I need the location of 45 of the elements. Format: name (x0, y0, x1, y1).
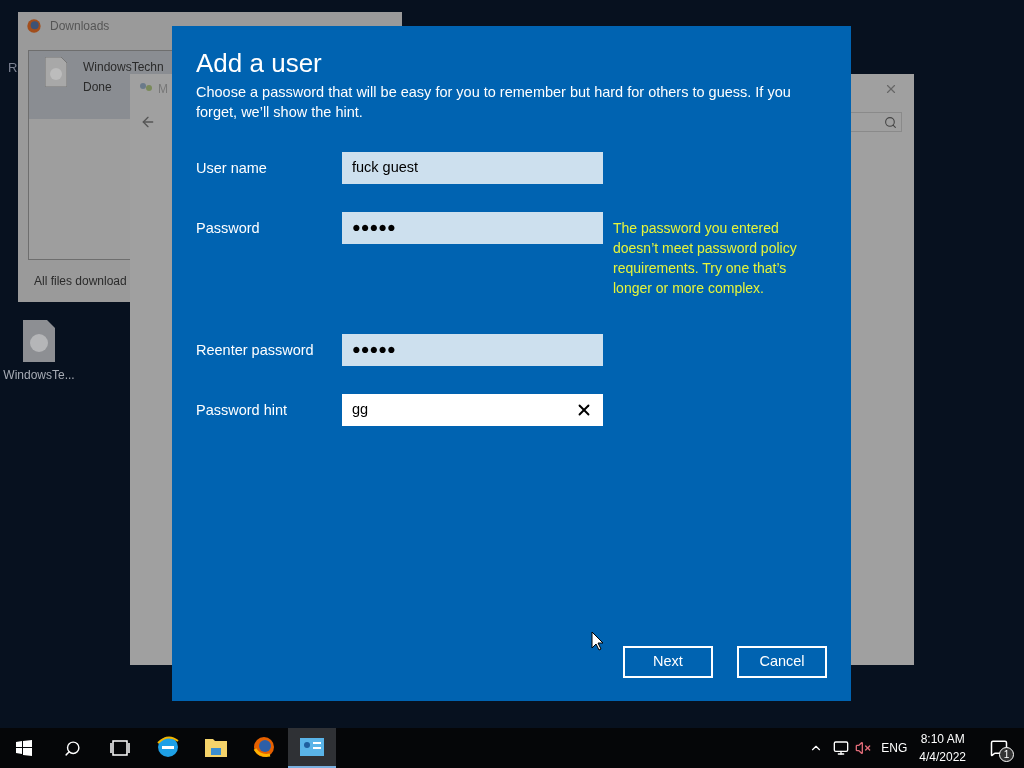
dialog-description: Choose a password that will be easy for you to remember but hard for others to guess. If you forget, we’ll show the hint. (196, 83, 791, 122)
file-icon[interactable] (23, 320, 55, 362)
browser-icon (156, 735, 180, 759)
notification-count: 1 (999, 747, 1014, 762)
back-icon[interactable] (140, 114, 156, 130)
search-icon (884, 115, 897, 129)
field-value: ●●●●● (352, 218, 397, 238)
field-label: Reenter password (196, 341, 315, 360)
taskbar-app[interactable] (288, 728, 336, 768)
network-icon[interactable] (833, 740, 850, 756)
next-button[interactable]: Next (623, 646, 713, 678)
field-value: ●●●●● (352, 340, 397, 360)
download-status: Done (83, 79, 112, 96)
field-label: User name (196, 159, 268, 178)
input-field[interactable]: ●●●●● (342, 334, 603, 366)
cancel-button[interactable]: Cancel (737, 646, 827, 678)
status-text: All files download (34, 273, 128, 290)
file-name: WindowsTechn (83, 59, 164, 76)
search-icon[interactable] (63, 739, 81, 757)
field-value: fuck guest (352, 158, 420, 178)
desktop-icon-label[interactable]: WindowsTe... (3, 366, 75, 384)
dialog-title: Add a user (196, 47, 323, 80)
browser-icon (252, 735, 276, 759)
input-field[interactable]: fuck guest (342, 152, 603, 184)
input-field[interactable]: ●●●●● (342, 212, 603, 244)
error-message: The password you entered doesn’t meet password policy requirements. Try one that’s longer or more complex. (613, 219, 798, 298)
window-title: Downloads (50, 18, 110, 35)
field-label: Password (196, 219, 261, 238)
field-value: gg (352, 400, 370, 420)
input-field[interactable]: gg (342, 394, 603, 426)
users-panel-icon (300, 737, 324, 757)
desktop-label: R (8, 59, 18, 77)
folder-icon (204, 736, 228, 758)
browser-icon (26, 18, 42, 34)
time-text: 8:10 AM (920, 731, 965, 748)
language-indicator[interactable]: ENG (881, 739, 908, 757)
date-text: 4/4/2022 (919, 749, 966, 766)
file-icon (45, 57, 67, 87)
clock[interactable]: 8:10 AM 4/4/2022 (919, 730, 966, 766)
volume-muted-icon[interactable] (855, 740, 872, 756)
field-label: Password hint (196, 401, 289, 420)
mouse-cursor-icon (591, 631, 604, 651)
task-view-icon[interactable] (109, 740, 131, 756)
start-icon[interactable] (16, 740, 32, 756)
notifications-icon[interactable] (990, 739, 1008, 757)
